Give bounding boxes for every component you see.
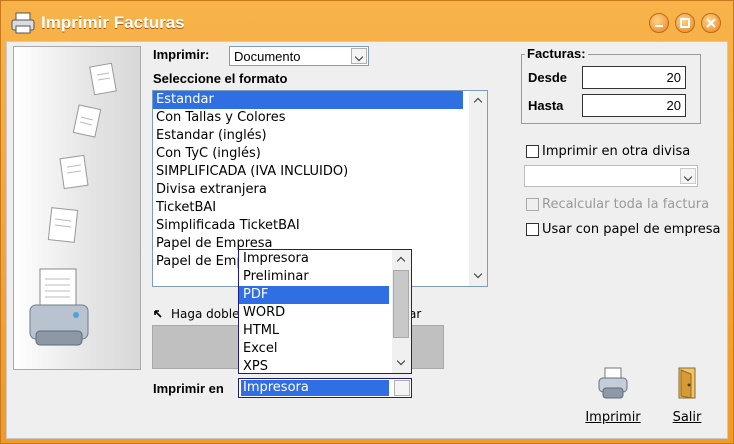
imprimir-en-label: Imprimir en <box>153 381 224 396</box>
format-item-selected[interactable]: Estandar <box>153 91 463 109</box>
chevron-down-icon[interactable] <box>351 48 367 64</box>
window-title: Imprimir Facturas <box>41 13 185 32</box>
maximize-icon <box>680 18 690 28</box>
output-select-value: Impresora <box>241 380 389 396</box>
imprimir-label: Imprimir: <box>153 47 210 62</box>
printing-documents-illustration <box>29 62 117 346</box>
dropdown-option[interactable]: HTML <box>239 322 411 340</box>
chevron-down-icon[interactable] <box>680 168 696 184</box>
door-exit-icon <box>678 367 696 399</box>
format-list-scrollbar[interactable] <box>469 91 487 286</box>
scroll-down-icon[interactable] <box>472 270 484 282</box>
format-label: Seleccione el formato <box>153 71 288 86</box>
document-type-value: Documento <box>234 49 301 64</box>
minimize-button[interactable] <box>649 13 669 33</box>
print-button-label: Imprimir <box>585 410 641 425</box>
list-item[interactable]: Divisa extranjera <box>153 181 487 199</box>
otra-divisa-checkbox[interactable] <box>526 145 539 158</box>
minimize-icon <box>655 25 663 27</box>
list-item[interactable]: TicketBAI <box>153 199 487 217</box>
list-item[interactable]: Con TyC (inglés) <box>153 145 487 163</box>
maximize-button[interactable] <box>675 13 695 33</box>
recalcular-checkbox <box>526 198 539 211</box>
printer-icon <box>11 12 35 34</box>
close-button[interactable] <box>701 13 721 33</box>
hasta-label: Hasta <box>528 98 564 113</box>
hasta-field[interactable]: 20 <box>582 94 686 117</box>
list-item[interactable]: Simplificada TicketBAI <box>153 217 487 235</box>
hint-text-left: Haga doble <box>171 307 240 321</box>
otra-divisa-label: Imprimir en otra divisa <box>542 144 691 159</box>
currency-select[interactable] <box>524 165 698 187</box>
list-item[interactable]: Con Tallas y Colores <box>153 109 487 127</box>
dropdown-option[interactable]: Excel <box>239 340 411 358</box>
scroll-up-icon[interactable] <box>395 254 407 266</box>
scroll-up-icon[interactable] <box>472 95 484 107</box>
recalcular-label: Recalcular toda la factura <box>542 197 710 212</box>
scroll-thumb[interactable] <box>393 270 409 338</box>
printer-icon <box>598 367 628 399</box>
scroll-down-icon[interactable] <box>395 357 407 369</box>
exit-button[interactable]: Salir <box>657 366 717 426</box>
exit-button-label: Salir <box>672 410 702 425</box>
print-invoices-window: Imprimir Facturas Imprimir: Documento Se… <box>0 0 734 444</box>
list-item[interactable]: SIMPLIFICADA (IVA INCLUIDO) <box>153 163 487 181</box>
list-item[interactable]: Estandar (inglés) <box>153 127 487 145</box>
dropdown-option[interactable]: XPS <box>239 358 411 373</box>
output-dropdown-list[interactable]: Impresora Preliminar PDF WORD HTML Excel… <box>238 249 412 374</box>
dropdown-option[interactable]: WORD <box>239 304 411 322</box>
decorative-panel <box>13 46 141 370</box>
desde-label: Desde <box>528 70 568 85</box>
arrow-icon <box>154 310 162 318</box>
dialog-body: Imprimir: Documento Seleccione el format… <box>6 41 728 439</box>
dropdown-option-highlighted[interactable]: PDF <box>239 286 389 304</box>
output-select[interactable]: Impresora <box>238 378 412 398</box>
papel-empresa-checkbox[interactable] <box>526 223 539 236</box>
dropdown-scrollbar[interactable] <box>392 250 411 373</box>
title-bar[interactable]: Imprimir Facturas <box>1 1 733 41</box>
print-button[interactable]: Imprimir <box>583 366 643 426</box>
chevron-down-icon[interactable] <box>394 380 410 396</box>
dropdown-option[interactable]: Impresora <box>239 250 411 268</box>
papel-empresa-label: Usar con papel de empresa <box>542 222 721 237</box>
invoices-group-title: Facturas: <box>525 46 588 61</box>
close-icon <box>706 18 716 28</box>
dropdown-option[interactable]: Preliminar <box>239 268 411 286</box>
desde-field[interactable]: 20 <box>582 66 686 89</box>
document-type-select[interactable]: Documento <box>229 46 369 66</box>
